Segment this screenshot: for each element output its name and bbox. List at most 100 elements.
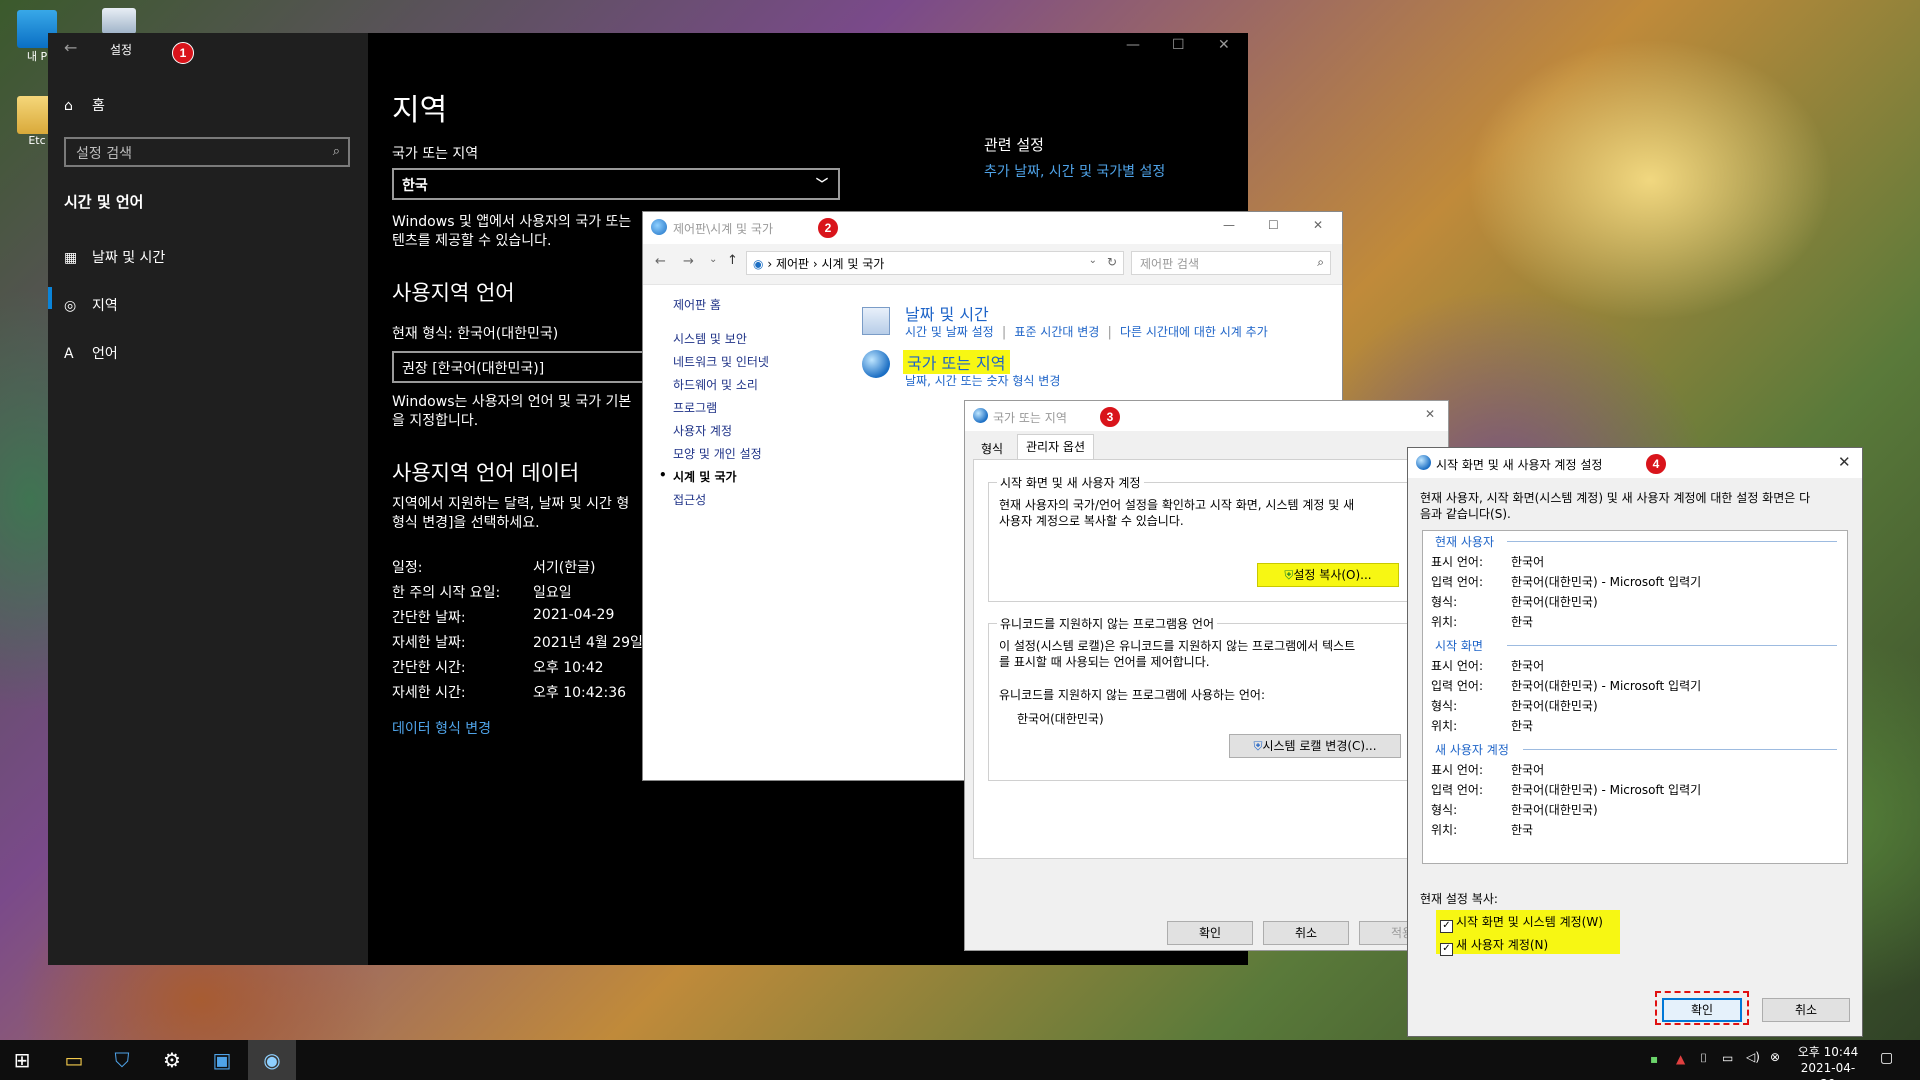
control-panel-icon[interactable]: ▣ bbox=[210, 1048, 234, 1072]
usb-icon[interactable]: ⌷ bbox=[1700, 1051, 1707, 1066]
address-box[interactable]: ◉ › 제어판 › 시계 및 국가 ⌄ ↻ bbox=[746, 251, 1124, 275]
address-bar-row: ← → ⌄ ↑ ◉ › 제어판 › 시계 및 국가 ⌄ ↻ 제어판 검색 ⌕ bbox=[643, 244, 1342, 285]
cp-nav-hardware[interactable]: 하드웨어 및 소리 bbox=[673, 376, 758, 393]
data-value: 일요일 bbox=[533, 585, 572, 601]
cp-nav-appearance[interactable]: 모양 및 개인 설정 bbox=[673, 445, 762, 462]
store-icon[interactable]: ⛉ bbox=[110, 1048, 134, 1072]
breadcrumb-clock-region[interactable]: 시계 및 국가 bbox=[822, 257, 885, 271]
globe-icon: ◉ bbox=[263, 1048, 281, 1072]
maximize-button[interactable]: ☐ bbox=[1172, 37, 1185, 53]
cp-nav-system[interactable]: 시스템 및 보안 bbox=[673, 330, 747, 347]
cancel-button[interactable]: 취소 bbox=[1263, 921, 1349, 945]
ok-button[interactable]: 확인 bbox=[1662, 998, 1742, 1022]
settings-search-placeholder: 설정 검색 bbox=[76, 146, 132, 162]
minimize-button[interactable]: — bbox=[1126, 37, 1140, 53]
group-text-line: 사용자 계정으로 복사할 수 있습니다. bbox=[999, 514, 1184, 528]
add-clocks-link[interactable]: 다른 시간대에 대한 시계 추가 bbox=[1120, 325, 1268, 339]
change-format-link[interactable]: 날짜, 시간 또는 숫자 형식 변경 bbox=[905, 372, 1060, 389]
nav-home[interactable]: ⌂ 홈 bbox=[64, 95, 105, 115]
summary-value: 한국어(대한민국) bbox=[1511, 699, 1598, 713]
windows-start-icon[interactable]: ⊞ bbox=[10, 1048, 34, 1072]
settings-search-input[interactable]: 설정 검색 ⌕ bbox=[64, 137, 350, 167]
minimize-button[interactable]: — bbox=[1223, 218, 1235, 232]
welcome-dialog-description: 현재 사용자, 시작 화면(시스템 계정) 및 새 사용자 계정에 대한 설정 … bbox=[1420, 490, 1810, 522]
settings-gear-icon[interactable]: ⚙ bbox=[160, 1048, 184, 1072]
tab-formats[interactable]: 형식 bbox=[973, 437, 1011, 459]
clock[interactable]: 오후 10:44 2021-04-29 bbox=[1796, 1044, 1860, 1092]
copy-settings-label: 설정 복사(O)... bbox=[1293, 568, 1372, 582]
nav-item-region[interactable]: ◎ 지역 bbox=[64, 295, 118, 315]
region-dialog-title: 국가 또는 지역 bbox=[993, 411, 1067, 425]
summary-value: 한국어(대한민국) - Microsoft 입력기 bbox=[1511, 783, 1702, 797]
data-value: 서기(한글) bbox=[533, 560, 596, 576]
datetime-heading[interactable]: 날짜 및 시간 bbox=[905, 301, 989, 325]
address-dropdown-icon[interactable]: ⌄ bbox=[1089, 255, 1097, 266]
taskbar: ⊞ ▭ ⛉ ⚙ ▣ ◉ ▪ ▲ ⌷ ▭ ◁) ⊗ 오후 10:44 2021-0… bbox=[0, 1040, 1920, 1091]
change-data-format-link[interactable]: 데이터 형식 변경 bbox=[392, 718, 491, 738]
summary-value: 한국어 bbox=[1511, 763, 1545, 777]
step-badge-3: 3 bbox=[1099, 406, 1121, 428]
summary-value: 한국어(대한민국) - Microsoft 입력기 bbox=[1511, 575, 1702, 589]
cp-nav-accessibility[interactable]: 접근성 bbox=[673, 491, 706, 508]
set-time-date-link[interactable]: 시간 및 날짜 설정 bbox=[905, 325, 994, 339]
summary-value: 한국어 bbox=[1511, 659, 1545, 673]
up-arrow-icon[interactable]: ↑ bbox=[727, 253, 738, 268]
change-timezone-link[interactable]: 표준 시간대 변경 bbox=[1014, 325, 1099, 339]
summary-key: 위치: bbox=[1431, 719, 1458, 733]
close-button[interactable]: ✕ bbox=[1838, 453, 1851, 471]
step-badge-1: 1 bbox=[172, 42, 194, 64]
settings-title: 설정 bbox=[110, 43, 133, 57]
cp-nav-programs[interactable]: 프로그램 bbox=[673, 399, 717, 416]
recent-dropdown-icon[interactable]: ⌄ bbox=[709, 254, 717, 265]
section-new-user: 새 사용자 계정 bbox=[1435, 743, 1509, 757]
format-description: Windows는 사용자의 언어 및 국가 기본 을 지정합니다. bbox=[392, 393, 631, 431]
file-explorer-icon[interactable]: ▭ bbox=[62, 1048, 86, 1072]
welcome-dialog-titlebar: 시작 화면 및 새 사용자 계정 설정 ✕ bbox=[1408, 448, 1862, 478]
back-arrow-icon[interactable]: ← bbox=[64, 38, 77, 57]
cp-nav-network[interactable]: 네트워크 및 인터넷 bbox=[673, 353, 769, 370]
control-panel-search-input[interactable]: 제어판 검색 ⌕ bbox=[1131, 251, 1331, 275]
active-app-slot[interactable]: ◉ bbox=[248, 1040, 296, 1080]
cp-nav-home[interactable]: 제어판 홈 bbox=[673, 296, 721, 313]
back-arrow-icon[interactable]: ← bbox=[655, 254, 666, 269]
country-value: 한국 bbox=[402, 178, 428, 194]
nav-item-date-time[interactable]: ▦ 날짜 및 시간 bbox=[64, 247, 165, 267]
nav-section-title: 시간 및 언어 bbox=[64, 193, 144, 211]
desktop-icon-recycle[interactable] bbox=[96, 8, 142, 34]
breadcrumb-control-panel[interactable]: 제어판 bbox=[776, 257, 809, 271]
refresh-icon[interactable]: ↻ bbox=[1107, 255, 1117, 269]
cancel-button[interactable]: 취소 bbox=[1762, 998, 1850, 1022]
copy-settings-button[interactable]: ⛨설정 복사(O)... bbox=[1257, 563, 1399, 587]
notification-off-icon[interactable]: ⊗ bbox=[1770, 1050, 1780, 1064]
format-value: 권장 [한국어(대한민국)] bbox=[402, 361, 545, 377]
tab-administrative[interactable]: 관리자 옵션 bbox=[1017, 434, 1095, 459]
data-key: 자세한 날짜: bbox=[392, 635, 466, 651]
tray-app-icon[interactable]: ▪ bbox=[1650, 1052, 1658, 1066]
close-button[interactable]: ✕ bbox=[1218, 37, 1230, 53]
additional-settings-link[interactable]: 추가 날짜, 시간 및 국가별 설정 bbox=[984, 161, 1165, 181]
locale-group: 유니코드를 지원하지 않는 프로그램용 언어 이 설정(시스템 로캘)은 유니코… bbox=[988, 615, 1434, 781]
cp-nav-clock-region[interactable]: • 시계 및 국가 bbox=[659, 468, 737, 485]
tray-alert-icon[interactable]: ▲ bbox=[1676, 1052, 1685, 1066]
checkbox-new-user[interactable]: ✓ 새 사용자 계정(N) bbox=[1440, 936, 1548, 956]
group-text-line: 를 표시할 때 사용되는 언어를 제어합니다. bbox=[999, 655, 1210, 669]
nav-item-language[interactable]: A 언어 bbox=[64, 343, 118, 363]
cp-nav-accounts[interactable]: 사용자 계정 bbox=[673, 422, 732, 439]
ok-button[interactable]: 확인 bbox=[1167, 921, 1253, 945]
section-divider bbox=[1507, 645, 1837, 646]
volume-icon[interactable]: ◁) bbox=[1746, 1050, 1760, 1064]
close-button[interactable]: ✕ bbox=[1313, 218, 1323, 232]
country-dropdown[interactable]: 한국 ﹀ bbox=[392, 168, 840, 200]
network-icon[interactable]: ▭ bbox=[1722, 1051, 1733, 1065]
region-heading[interactable]: 국가 또는 지역 bbox=[903, 350, 1010, 374]
settings-nav-pane: ← 설정 ⌂ 홈 설정 검색 ⌕ 시간 및 언어 ▦ 날짜 및 시간 ◎ 지역 A 언어 bbox=[48, 33, 368, 965]
data-heading: 사용지역 언어 데이터 bbox=[392, 461, 580, 485]
forward-arrow-icon[interactable]: → bbox=[683, 254, 694, 269]
checkbox-welcome-system[interactable]: ✓ 시작 화면 및 시스템 계정(W) bbox=[1440, 913, 1603, 933]
close-button[interactable]: ✕ bbox=[1425, 407, 1435, 421]
action-center-icon[interactable]: ▢ bbox=[1880, 1050, 1893, 1066]
summary-key: 형식: bbox=[1431, 803, 1458, 817]
change-locale-button[interactable]: ⛨시스템 로캘 변경(C)... bbox=[1229, 734, 1401, 758]
data-value: 2021년 4월 29일 bbox=[533, 635, 643, 651]
maximize-button[interactable]: ☐ bbox=[1268, 218, 1279, 232]
